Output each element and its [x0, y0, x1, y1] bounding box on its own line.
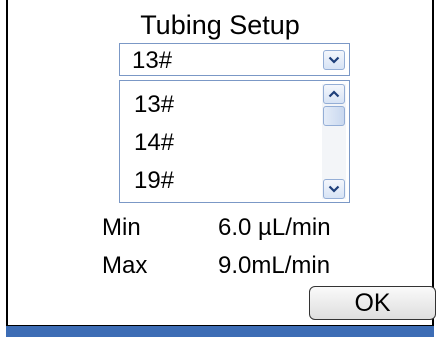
scroll-up-button[interactable]: [323, 84, 345, 104]
tubing-size-selected-value: 13#: [132, 47, 173, 74]
chevron-up-icon: [328, 90, 340, 98]
min-flow-label: Min: [102, 214, 141, 241]
max-flow-value: 9.0mL/min: [218, 252, 331, 279]
tubing-setup-dialog: Tubing Setup 13# 13# 14# 19# Min 6.0 µL/…: [6, 0, 436, 327]
scroll-down-button[interactable]: [323, 179, 345, 199]
list-item-13[interactable]: 13#: [134, 91, 174, 119]
tubing-size-dropdown[interactable]: 13#: [119, 43, 350, 76]
max-flow-label: Max: [102, 252, 148, 279]
bottom-bar: [6, 326, 434, 337]
ok-button[interactable]: OK: [309, 286, 436, 320]
list-item-14[interactable]: 14#: [134, 129, 174, 157]
dropdown-button[interactable]: [323, 50, 345, 70]
chevron-down-icon: [328, 56, 340, 64]
dialog-title: Tubing Setup: [140, 10, 300, 40]
scroll-thumb[interactable]: [323, 106, 345, 126]
chevron-down-icon: [328, 185, 340, 193]
list-item-19[interactable]: 19#: [134, 167, 174, 195]
tubing-size-list[interactable]: 13# 14# 19#: [119, 80, 350, 203]
list-scrollbar[interactable]: [322, 84, 346, 199]
min-flow-value: 6.0 µL/min: [218, 214, 331, 241]
